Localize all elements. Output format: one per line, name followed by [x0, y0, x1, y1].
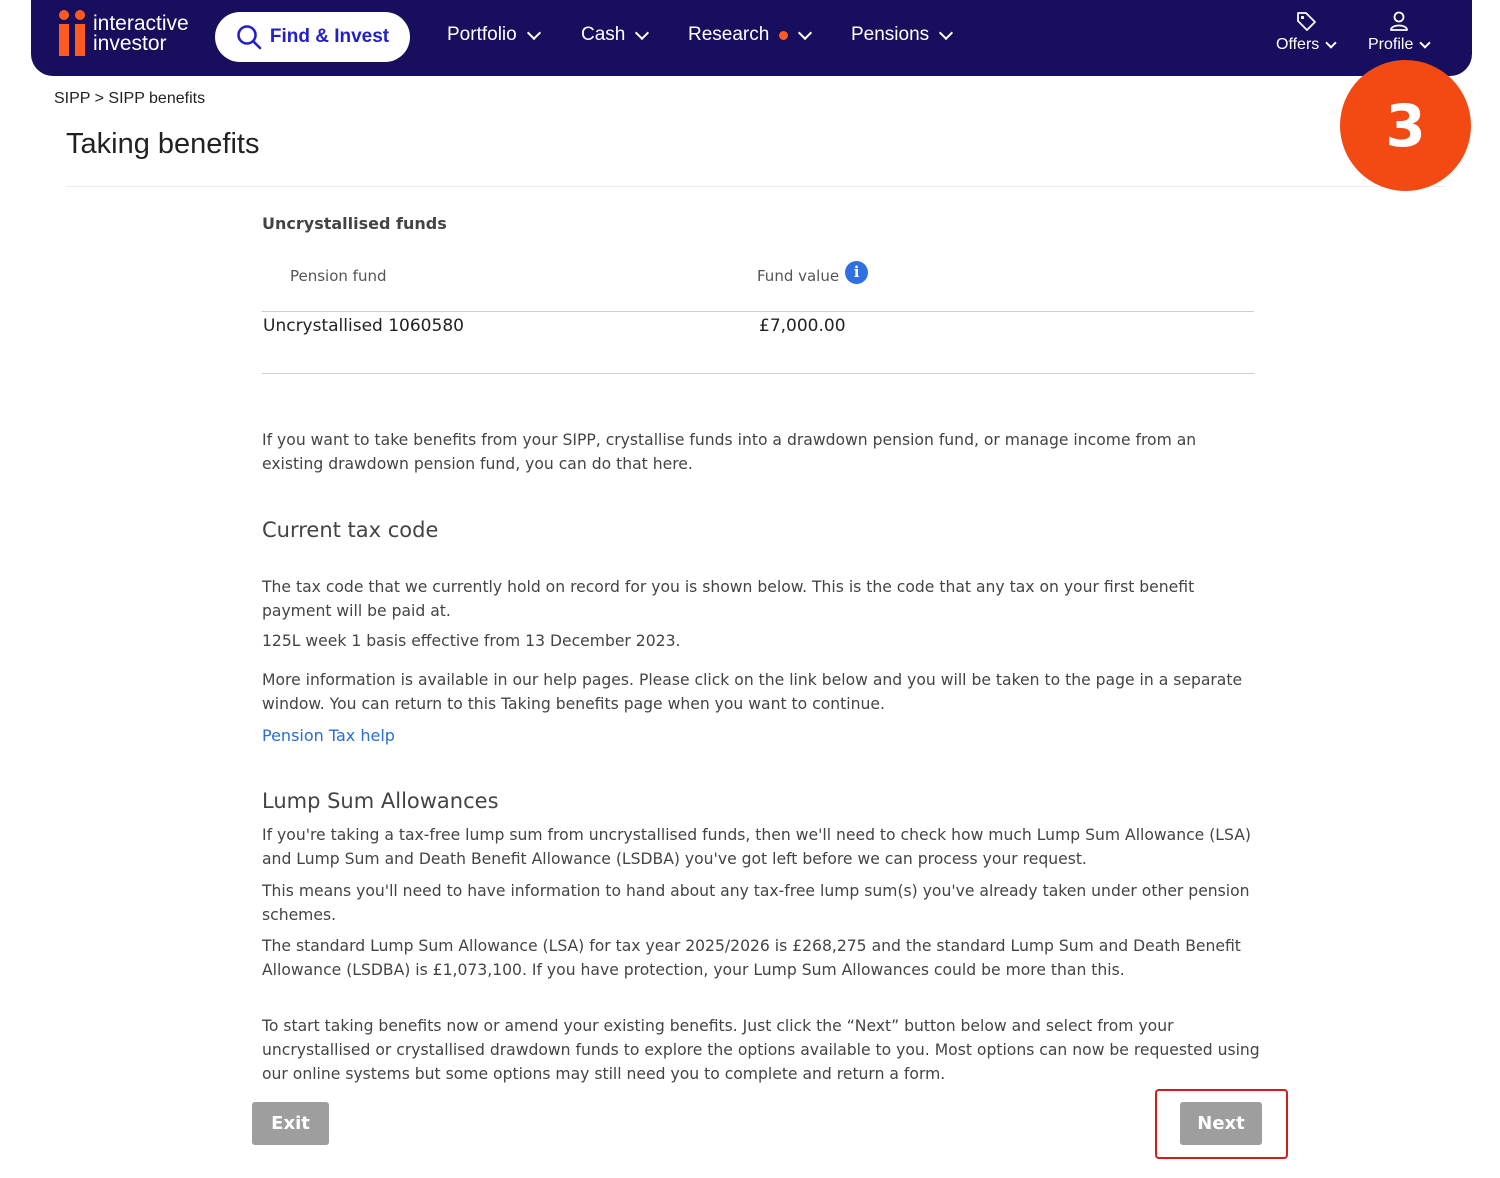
page-title: Taking benefits: [66, 128, 260, 160]
step-badge: 3: [1340, 60, 1471, 191]
chevron-down-icon: [1325, 37, 1337, 49]
nav-portfolio-label: Portfolio: [447, 24, 517, 45]
find-invest-button[interactable]: Find & Invest: [215, 12, 410, 62]
user-icon: [1389, 11, 1408, 31]
tag-icon: [1296, 12, 1316, 31]
nav-profile[interactable]: Profile: [1368, 10, 1432, 54]
nav-research-label: Research: [688, 24, 770, 45]
column-header-fund-value: Fund value i: [757, 260, 869, 285]
nav-portfolio[interactable]: Portfolio: [447, 24, 541, 46]
find-invest-label: Find & Invest: [269, 26, 390, 47]
chevron-down-icon: [798, 25, 813, 40]
logo-mark-icon: [59, 10, 85, 56]
lsa-text-1: If you're taking a tax-free lump sum fro…: [262, 826, 1251, 868]
chevron-down-icon: [939, 25, 954, 40]
table-divider: [262, 373, 1254, 374]
logo-wordmark: interactive investor: [93, 12, 189, 55]
chevron-down-icon: [635, 25, 650, 40]
table-divider: [262, 311, 1254, 312]
nav-research[interactable]: Research: [688, 24, 813, 46]
chevron-down-icon: [526, 25, 541, 40]
help-info-text: More information is available in our hel…: [262, 671, 1243, 713]
column-header-pension-fund: Pension fund: [290, 267, 387, 285]
top-navigation: interactive investor Find & Invest Portf…: [31, 0, 1472, 76]
exit-button[interactable]: Exit: [252, 1102, 329, 1145]
nav-profile-label: Profile: [1368, 36, 1414, 53]
nav-pensions-label: Pensions: [851, 24, 930, 45]
logo-line-1: interactive: [93, 12, 189, 35]
tax-code-heading: Current tax code: [262, 518, 439, 542]
nav-cash-label: Cash: [581, 24, 626, 45]
title-divider: [66, 186, 1446, 187]
nav-cash[interactable]: Cash: [581, 24, 650, 46]
funds-section-title: Uncrystallised funds: [262, 214, 447, 233]
search-icon: [237, 25, 262, 50]
tax-code-value: 125L week 1 basis effective from 13 Dece…: [262, 632, 681, 650]
info-icon[interactable]: i: [845, 260, 869, 284]
column-header-fund-value-label: Fund value: [757, 267, 840, 285]
lsa-text-3: The standard Lump Sum Allowance (LSA) fo…: [262, 937, 1241, 979]
chevron-down-icon: [1419, 37, 1432, 49]
nav-offers[interactable]: Offers: [1276, 10, 1337, 54]
fund-value-cell: £7,000.00: [759, 316, 846, 336]
nav-offers-label: Offers: [1276, 36, 1320, 53]
logo-line-2: investor: [93, 32, 167, 55]
intro-text: If you want to take benefits from your S…: [262, 431, 1197, 473]
breadcrumb[interactable]: SIPP > SIPP benefits: [54, 90, 205, 108]
nav-pensions[interactable]: Pensions: [851, 24, 954, 46]
fund-name-cell: Uncrystallised 1060580: [263, 316, 464, 336]
column-header-pension-fund-label: Pension fund: [290, 267, 387, 285]
closing-text: To start taking benefits now or amend yo…: [262, 1017, 1260, 1083]
notification-dot-icon: [779, 30, 789, 40]
lsa-heading: Lump Sum Allowances: [262, 789, 499, 813]
lsa-text-2: This means you'll need to have informati…: [262, 882, 1250, 924]
pension-tax-help-link[interactable]: Pension Tax help: [262, 726, 395, 745]
next-button-highlight: [1155, 1089, 1288, 1159]
tax-code-text: The tax code that we currently hold on r…: [262, 578, 1195, 620]
